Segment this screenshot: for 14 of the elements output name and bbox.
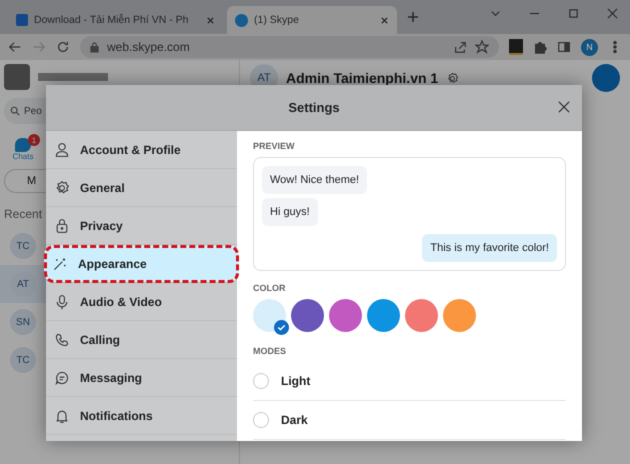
contact-avatar: AT (10, 271, 36, 297)
message-bubble: Wow! Nice theme! (262, 166, 368, 194)
section-label: COLOR (253, 283, 286, 293)
dialog-title: Settings (288, 100, 340, 115)
conversation-title: Admin Taimienphi.vn 1 (286, 70, 438, 86)
contact-avatar: TC (10, 347, 36, 373)
section-label: PREVIEW (253, 141, 296, 151)
message-bubble: This is my favorite color! (422, 234, 557, 262)
contact-avatar: SN (10, 309, 36, 335)
section-label: MODES (253, 346, 288, 356)
section-label: Recent (4, 207, 44, 221)
unread-badge: 1 (28, 134, 40, 146)
message-bubble: Hi guys! (262, 198, 318, 226)
contact-avatar: TC (10, 233, 36, 259)
